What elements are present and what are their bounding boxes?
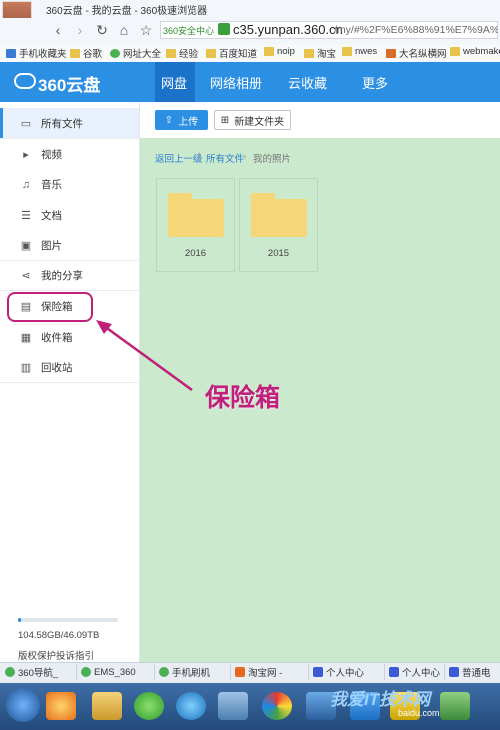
app-icon[interactable] [218,692,248,720]
tab-item[interactable]: 个人中心 [386,664,445,680]
explorer-icon[interactable] [92,692,122,720]
tab-item[interactable]: 普通电 [446,664,500,680]
tab-item[interactable]: 淘宝网 - [232,664,309,680]
picture-icon[interactable] [262,692,292,720]
tab-item[interactable]: EMS_360 [78,664,155,680]
watermark-domain: baidu.com [398,708,440,718]
app-icon[interactable] [46,692,76,720]
site-icon [81,667,91,677]
site-icon [5,667,15,677]
tab-item[interactable]: 360导航_ [2,664,77,680]
browser-icon[interactable] [134,692,164,720]
paw-icon [313,667,323,677]
paw-icon [389,667,399,677]
paw-icon [449,667,459,677]
taobao-icon [235,667,245,677]
tab-item[interactable]: 手机刷机 [156,664,231,680]
ie-icon[interactable] [176,692,206,720]
annotation-callout: 保险箱 [205,383,281,412]
site-icon [159,667,169,677]
tab-item[interactable]: 个人中心 [310,664,385,680]
start-button-icon[interactable] [6,688,40,722]
annotation-arrow [96,320,193,392]
app-icon[interactable] [440,692,470,720]
watermark: 我爱IT技术网 [330,690,431,709]
